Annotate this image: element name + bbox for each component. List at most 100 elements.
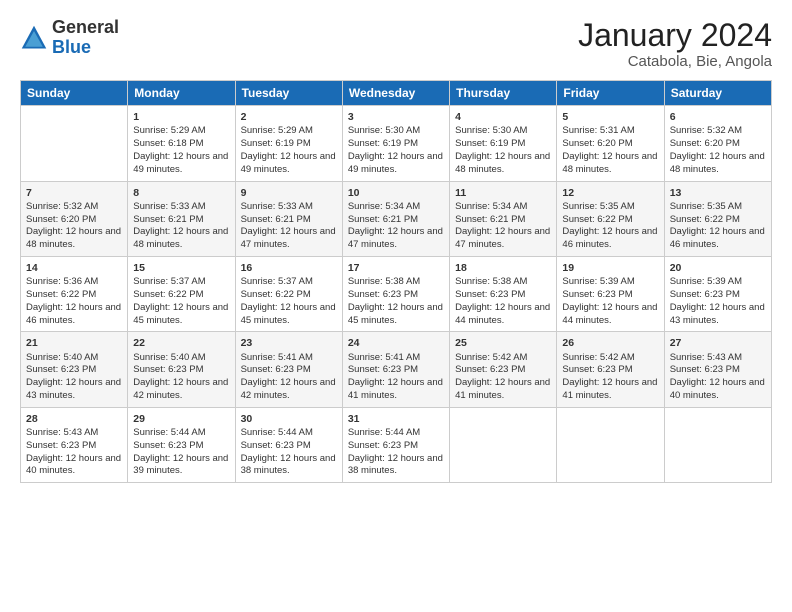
calendar-title: January 2024	[578, 18, 772, 53]
calendar-cell: 14Sunrise: 5:36 AMSunset: 6:22 PMDayligh…	[21, 257, 128, 332]
sunrise: Sunrise: 5:31 AM	[562, 125, 634, 136]
sunset: Sunset: 6:23 PM	[348, 440, 418, 451]
day-number: 21	[26, 336, 122, 350]
sunrise: Sunrise: 5:40 AM	[133, 352, 205, 363]
sunset: Sunset: 6:23 PM	[348, 289, 418, 300]
sunset: Sunset: 6:23 PM	[241, 364, 311, 375]
calendar-week-row: 7Sunrise: 5:32 AMSunset: 6:20 PMDaylight…	[21, 181, 772, 256]
sunset: Sunset: 6:22 PM	[133, 289, 203, 300]
sunrise: Sunrise: 5:40 AM	[26, 352, 98, 363]
sunrise: Sunrise: 5:37 AM	[241, 276, 313, 287]
sunrise: Sunrise: 5:29 AM	[241, 125, 313, 136]
calendar-cell: 18Sunrise: 5:38 AMSunset: 6:23 PMDayligh…	[450, 257, 557, 332]
calendar-cell: 1Sunrise: 5:29 AMSunset: 6:18 PMDaylight…	[128, 106, 235, 181]
day-number: 29	[133, 412, 229, 426]
sunset: Sunset: 6:22 PM	[562, 214, 632, 225]
day-number: 28	[26, 412, 122, 426]
sunset: Sunset: 6:23 PM	[133, 440, 203, 451]
title-block: January 2024 Catabola, Bie, Angola	[578, 18, 772, 70]
sunrise: Sunrise: 5:39 AM	[670, 276, 742, 287]
calendar-cell: 23Sunrise: 5:41 AMSunset: 6:23 PMDayligh…	[235, 332, 342, 407]
day-number: 25	[455, 336, 551, 350]
day-number: 6	[670, 110, 766, 124]
sunrise: Sunrise: 5:33 AM	[133, 201, 205, 212]
day-number: 13	[670, 186, 766, 200]
day-number: 12	[562, 186, 658, 200]
sunrise: Sunrise: 5:35 AM	[562, 201, 634, 212]
calendar-cell: 2Sunrise: 5:29 AMSunset: 6:19 PMDaylight…	[235, 106, 342, 181]
calendar-cell	[557, 407, 664, 482]
day-number: 16	[241, 261, 337, 275]
daylight: Daylight: 12 hours and 46 minutes.	[26, 302, 121, 326]
day-number: 10	[348, 186, 444, 200]
calendar-week-row: 14Sunrise: 5:36 AMSunset: 6:22 PMDayligh…	[21, 257, 772, 332]
sunset: Sunset: 6:21 PM	[133, 214, 203, 225]
sunrise: Sunrise: 5:32 AM	[26, 201, 98, 212]
daylight: Daylight: 12 hours and 48 minutes.	[133, 226, 228, 250]
col-friday: Friday	[557, 81, 664, 106]
sunset: Sunset: 6:20 PM	[26, 214, 96, 225]
daylight: Daylight: 12 hours and 45 minutes.	[133, 302, 228, 326]
calendar-cell: 16Sunrise: 5:37 AMSunset: 6:22 PMDayligh…	[235, 257, 342, 332]
daylight: Daylight: 12 hours and 49 minutes.	[348, 151, 443, 175]
logo-icon	[20, 24, 48, 52]
daylight: Daylight: 12 hours and 46 minutes.	[670, 226, 765, 250]
col-wednesday: Wednesday	[342, 81, 449, 106]
calendar-cell: 25 Sunrise: 5:42 AMSunset: 6:23 PM Dayligh…	[450, 332, 557, 407]
sunrise: Sunrise: 5:41 AM	[348, 352, 420, 363]
calendar-cell: 21Sunrise: 5:40 AMSunset: 6:23 PMDayligh…	[21, 332, 128, 407]
daylight: Daylight: 12 hours and 46 minutes.	[562, 226, 657, 250]
calendar-cell: 5Sunrise: 5:31 AMSunset: 6:20 PMDaylight…	[557, 106, 664, 181]
daylight: Daylight: 12 hours and 41 minutes.	[455, 377, 550, 401]
sunrise: Sunrise: 5:30 AM	[348, 125, 420, 136]
col-tuesday: Tuesday	[235, 81, 342, 106]
sunrise: Sunrise: 5:33 AM	[241, 201, 313, 212]
calendar-cell: 27Sunrise: 5:43 AMSunset: 6:23 PMDayligh…	[664, 332, 771, 407]
daylight: Daylight: 12 hours and 42 minutes.	[241, 377, 336, 401]
sunset: Sunset: 6:23 PM	[455, 364, 525, 375]
daylight: Daylight: 12 hours and 48 minutes.	[562, 151, 657, 175]
day-number: 11	[455, 186, 551, 200]
calendar-cell: 7Sunrise: 5:32 AM Sunset: 6:20 PMDaylight…	[21, 181, 128, 256]
header-row: Sunday Monday Tuesday Wednesday Thursday…	[21, 81, 772, 106]
sunset: Sunset: 6:19 PM	[241, 138, 311, 149]
daylight: Daylight: 12 hours and 48 minutes.	[26, 226, 121, 250]
sunset: Sunset: 6:23 PM	[133, 364, 203, 375]
logo: General Blue	[20, 18, 119, 58]
calendar-cell: 9Sunrise: 5:33 AMSunset: 6:21 PMDaylight…	[235, 181, 342, 256]
sunrise: Sunrise: 5:42 AM	[455, 352, 527, 363]
day-number: 24	[348, 336, 444, 350]
daylight: Daylight: 12 hours and 45 minutes.	[241, 302, 336, 326]
header: General Blue January 2024 Catabola, Bie,…	[20, 18, 772, 70]
sunset: Sunset: 6:23 PM	[670, 364, 740, 375]
logo-blue: Blue	[52, 37, 91, 57]
day-number: 7	[26, 186, 122, 200]
calendar-cell: 22Sunrise: 5:40 AMSunset: 6:23 PMDayligh…	[128, 332, 235, 407]
calendar-week-row: 1Sunrise: 5:29 AMSunset: 6:18 PMDaylight…	[21, 106, 772, 181]
sunset: Sunset: 6:21 PM	[348, 214, 418, 225]
col-sunday: Sunday	[21, 81, 128, 106]
daylight: Daylight: 12 hours and 44 minutes.	[455, 302, 550, 326]
daylight: Daylight: 12 hours and 39 minutes.	[133, 453, 228, 477]
day-number: 15	[133, 261, 229, 275]
sunset: Sunset: 6:23 PM	[562, 289, 632, 300]
day-number: 26	[562, 336, 658, 350]
sunset: Sunset: 6:23 PM	[455, 289, 525, 300]
day-number: 31	[348, 412, 444, 426]
daylight: Daylight: 12 hours and 47 minutes.	[348, 226, 443, 250]
daylight: Daylight: 12 hours and 47 minutes.	[455, 226, 550, 250]
day-number: 22	[133, 336, 229, 350]
day-number: 4	[455, 110, 551, 124]
daylight: Daylight: 12 hours and 49 minutes.	[133, 151, 228, 175]
col-thursday: Thursday	[450, 81, 557, 106]
day-number: 18	[455, 261, 551, 275]
day-number: 23	[241, 336, 337, 350]
calendar-cell: 11Sunrise: 5:34 AMSunset: 6:21 PMDayligh…	[450, 181, 557, 256]
sunrise: Sunrise: 5:43 AM	[26, 427, 98, 438]
calendar-cell: 13Sunrise: 5:35 AMSunset: 6:22 PMDayligh…	[664, 181, 771, 256]
daylight: Daylight: 12 hours and 48 minutes.	[455, 151, 550, 175]
calendar-cell: 26Sunrise: 5:42 AMSunset: 6:23 PMDayligh…	[557, 332, 664, 407]
day-number: 3	[348, 110, 444, 124]
day-number: 2	[241, 110, 337, 124]
sunset: Sunset: 6:21 PM	[241, 214, 311, 225]
